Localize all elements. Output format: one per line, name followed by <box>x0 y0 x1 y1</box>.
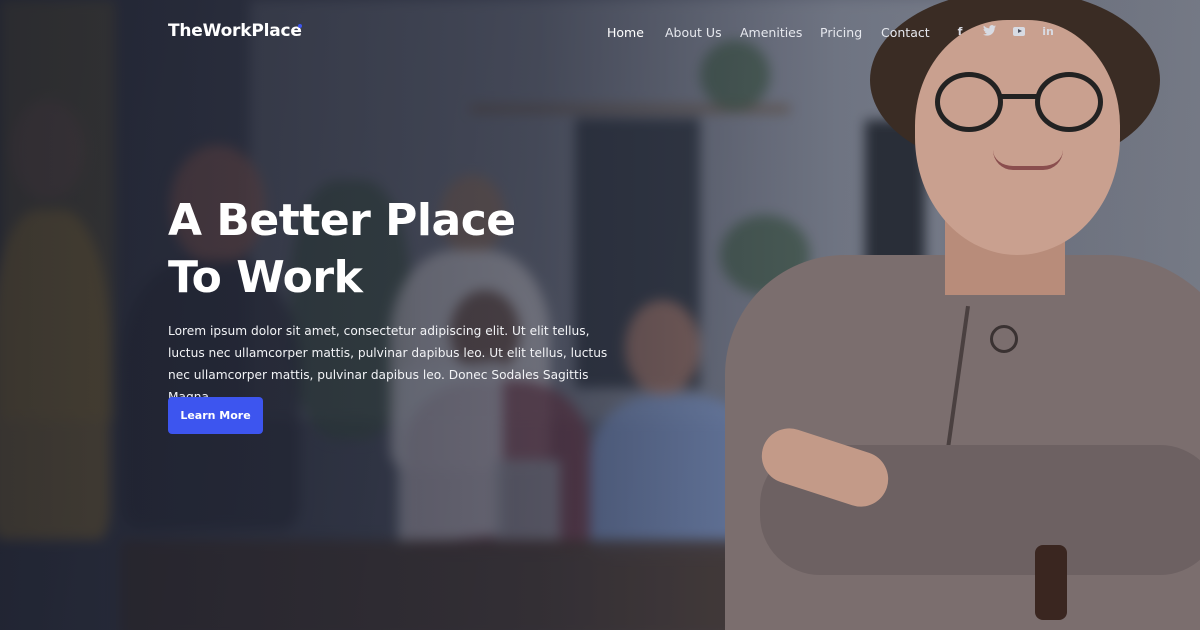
site-header: TheWorkPlace Home About Us Amenities Pri… <box>0 0 1200 66</box>
nav-item-amenities[interactable]: Amenities <box>740 25 802 40</box>
hero-title: A Better Place To Work <box>168 192 588 306</box>
twitter-icon[interactable] <box>981 25 997 39</box>
linkedin-icon[interactable]: in <box>1040 25 1056 39</box>
hero-title-line-1: A Better Place <box>168 195 516 246</box>
nav-item-home[interactable]: Home <box>607 25 644 40</box>
nav-item-about-us[interactable]: About Us <box>665 25 722 40</box>
nav-item-pricing[interactable]: Pricing <box>820 25 862 40</box>
facebook-icon[interactable]: f <box>952 25 968 39</box>
learn-more-button[interactable]: Learn More <box>168 397 263 434</box>
brand-logo[interactable]: TheWorkPlace <box>168 21 302 41</box>
hero-title-line-2: To Work <box>168 252 363 303</box>
hero-description: Lorem ipsum dolor sit amet, consectetur … <box>168 324 608 404</box>
hero-portrait-woman <box>0 0 1200 630</box>
brand-logo-dot <box>298 24 302 28</box>
hero-section: TheWorkPlace Home About Us Amenities Pri… <box>0 0 1200 630</box>
youtube-icon[interactable] <box>1011 25 1027 39</box>
nav-item-contact[interactable]: Contact <box>881 25 930 40</box>
